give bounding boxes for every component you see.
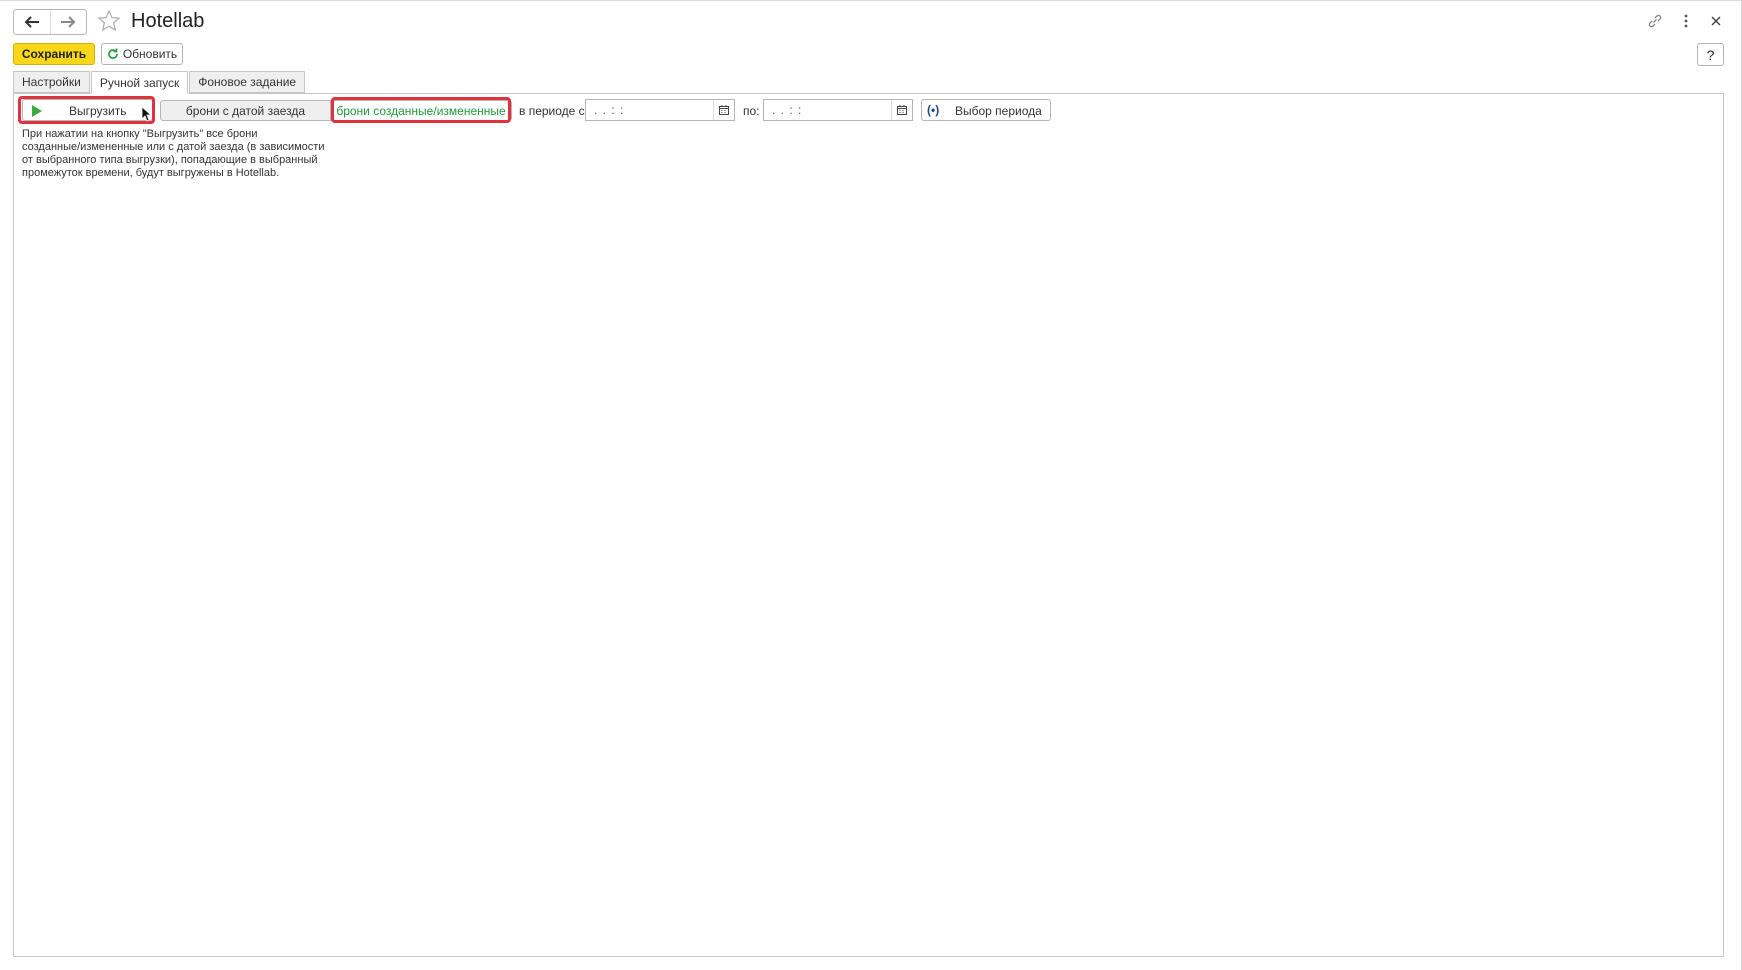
description-line: При нажатии на кнопку "Выгрузить" все бр… — [22, 128, 258, 140]
star-icon[interactable] — [97, 9, 121, 33]
export-mode-selector: брони с датой заезда брони созданные/изм… — [160, 100, 512, 121]
page-title: Hotellab — [131, 10, 205, 32]
select-period-label: Выбор периода — [955, 104, 1042, 118]
navigation-group — [13, 9, 87, 35]
help-button[interactable]: ? — [1697, 43, 1724, 66]
period-icon: (•) — [927, 103, 940, 117]
period-from-label: в периоде с: — [519, 104, 589, 118]
tab-background-job[interactable]: Фоновое задание — [189, 71, 306, 93]
refresh-icon — [107, 48, 119, 60]
tab-content-panel — [13, 93, 1724, 957]
tab-bar: Настройки Ручной запуск Фоновое задание — [13, 71, 306, 94]
export-description: При нажатии на кнопку "Выгрузить" все бр… — [22, 128, 342, 180]
arrow-right-icon — [61, 16, 76, 28]
tab-manual-run[interactable]: Ручной запуск — [90, 71, 189, 94]
select-period-button[interactable]: (•) Выбор периода — [921, 99, 1051, 121]
export-button[interactable]: Выгрузить — [22, 99, 153, 121]
description-line: от выбранного типа выгрузки), попадающие… — [22, 154, 318, 166]
description-line: созданные/измененные или с датой заезда … — [22, 141, 325, 153]
calendar-icon[interactable] — [891, 100, 912, 120]
export-button-label: Выгрузить — [69, 104, 127, 118]
forward-button[interactable] — [49, 10, 87, 34]
period-to-field[interactable]: . . : : — [763, 99, 913, 121]
link-icon[interactable] — [1646, 12, 1664, 30]
arrow-left-icon — [24, 16, 39, 28]
more-vertical-icon[interactable] — [1677, 12, 1695, 30]
refresh-button[interactable]: Обновить — [101, 43, 183, 65]
period-from-field[interactable]: . . : : — [585, 99, 735, 121]
description-line: промежуток времени, будут выгружены в Ho… — [22, 167, 280, 179]
close-icon[interactable] — [1707, 12, 1725, 30]
mode-option-checkin-date[interactable]: брони с датой заезда — [160, 100, 331, 121]
period-to-value: . . : : — [772, 103, 803, 117]
refresh-label: Обновить — [122, 47, 178, 61]
mode-option-created-modified[interactable]: брони созданные/измененные — [331, 100, 512, 121]
back-button[interactable] — [14, 10, 50, 34]
play-icon — [32, 105, 42, 117]
period-from-value: . . : : — [594, 103, 625, 117]
save-button[interactable]: Сохранить — [13, 43, 95, 65]
mouse-cursor-icon — [141, 106, 151, 122]
tab-settings[interactable]: Настройки — [13, 71, 90, 93]
calendar-icon[interactable] — [713, 100, 734, 120]
period-to-label: по: — [743, 104, 760, 118]
